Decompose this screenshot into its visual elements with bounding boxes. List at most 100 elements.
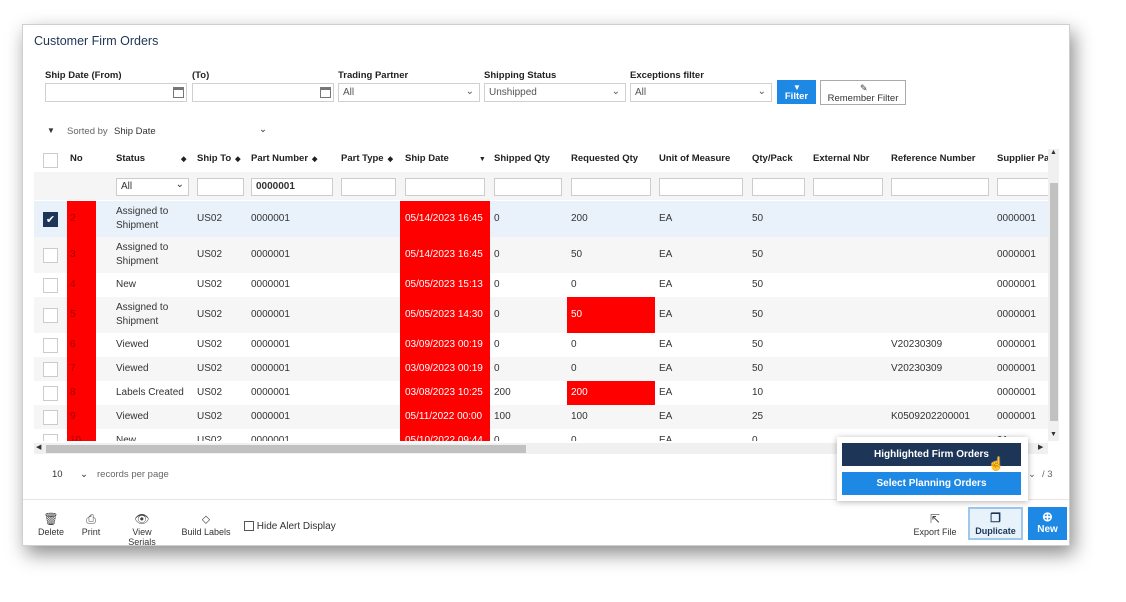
ship-date-to-input[interactable] (192, 83, 334, 102)
cell-shipped-qty: 100 (494, 411, 511, 422)
cell-status: Labels Created (116, 387, 184, 398)
cell-ship-to: US02 (197, 363, 223, 374)
cell-ship-to: US02 (197, 309, 223, 320)
sort-icon: ◆ (235, 156, 241, 163)
cell-status: Assigned to Shipment (116, 302, 169, 327)
horizontal-scroll-thumb[interactable] (46, 445, 526, 453)
ship-to-filter-input[interactable] (197, 178, 244, 196)
reference-number-filter-input[interactable] (891, 178, 989, 196)
header-shipped-qty[interactable]: Shipped Qty (494, 153, 550, 164)
external-nbr-filter-input[interactable] (813, 178, 883, 196)
header-qty-pack[interactable]: Qty/Pack (752, 153, 793, 164)
row-checkbox[interactable] (43, 247, 58, 263)
header-reference-number[interactable]: Reference Number (891, 153, 975, 164)
exceptions-filter-select[interactable]: All ⌄ (630, 83, 772, 102)
delete-button[interactable]: 🗑 Delete (36, 512, 66, 537)
cell-uom: EA (659, 435, 673, 441)
cell-supplier-part: 0000001 (997, 363, 1036, 374)
header-requested-qty[interactable]: Requested Qty (571, 153, 638, 164)
cell-requested-qty: 0 (571, 435, 577, 441)
cell-shipped-qty: 0 (494, 279, 500, 290)
table-row[interactable]: 8 Labels Created US02 0000001 03/08/2023 10:… (34, 381, 1059, 405)
ship-date-from-input[interactable] (45, 83, 187, 102)
sort-icon: ◆ (387, 156, 393, 163)
hide-alert-checkbox[interactable] (244, 521, 254, 532)
new-button[interactable]: ⊕ New (1028, 507, 1067, 540)
remember-filter-button[interactable]: ✎ Remember Filter (820, 80, 906, 105)
pager-next-icon[interactable]: ⌄ (1028, 469, 1036, 480)
cell-ship-date: 05/05/2023 15:13 (405, 279, 483, 290)
cell-shipped-qty: 200 (494, 387, 511, 398)
cell-part-number: 0000001 (251, 387, 290, 398)
header-unit-of-measure[interactable]: Unit of Measure (659, 153, 730, 164)
header-external-nbr[interactable]: External Nbr (813, 153, 870, 164)
shipped-qty-filter-input[interactable] (494, 178, 562, 196)
table-row[interactable]: 9 Viewed US02 0000001 05/11/2022 00:00 100 100… (34, 405, 1059, 429)
calendar-icon[interactable] (173, 87, 184, 98)
cell-uom: EA (659, 249, 673, 260)
table-row[interactable]: 6 Viewed US02 0000001 03/09/2023 00:19 0 0 EA 50… (34, 333, 1059, 357)
shipping-status-select[interactable]: Unshipped ⌄ (484, 83, 626, 102)
table-row[interactable]: 7 Viewed US02 0000001 03/09/2023 00:19 0 0 EA 50… (34, 357, 1059, 381)
requested-qty-filter-input[interactable] (571, 178, 651, 196)
header-part-type[interactable]: Part Type ◆ (341, 153, 393, 164)
header-no[interactable]: No (70, 153, 83, 164)
chevron-down-icon[interactable]: ⌄ (80, 469, 88, 480)
calendar-icon[interactable] (320, 87, 331, 98)
row-checkbox[interactable] (43, 307, 58, 323)
header-ship-to[interactable]: Ship To ◆ (197, 153, 241, 164)
view-serials-button[interactable]: 👁 View Serials (118, 512, 166, 545)
row-checkbox[interactable] (43, 409, 58, 425)
row-checkbox[interactable] (43, 277, 58, 293)
header-ship-date[interactable]: Ship Date ▼ (405, 153, 486, 164)
header-status[interactable]: Status ◆ (116, 153, 186, 164)
cell-status: New (116, 279, 137, 290)
part-type-filter-input[interactable] (341, 178, 396, 196)
cell-part-number: 0000001 (251, 363, 290, 374)
print-button[interactable]: ⎙ Print (78, 512, 104, 537)
cell-uom: EA (659, 363, 673, 374)
ship-date-to-label: (To) (192, 70, 210, 81)
cell-no: 5 (70, 309, 76, 320)
row-checkbox[interactable]: ✔ (43, 211, 58, 227)
part-number-filter-input[interactable]: 0000001 (251, 178, 333, 196)
uom-filter-input[interactable] (659, 178, 743, 196)
scroll-right-icon: ▶ (1038, 444, 1044, 451)
cell-status: Viewed (116, 411, 149, 422)
sort-select[interactable]: Ship Date ⌄ (114, 124, 269, 137)
shipping-status-label: Shipping Status (484, 70, 557, 81)
vertical-scrollbar[interactable]: ▲ ▼ (1048, 149, 1059, 441)
ship-date-filter-input[interactable] (405, 178, 485, 196)
cell-uom: EA (659, 309, 673, 320)
select-planning-orders-button[interactable]: Select Planning Orders (842, 472, 1021, 495)
row-checkbox[interactable] (43, 433, 58, 441)
row-checkbox[interactable] (43, 337, 58, 353)
table-row[interactable]: 3 Assigned to Shipment US02 0000001 05/14/20… (34, 237, 1059, 273)
cell-requested-qty: 200 (571, 213, 588, 224)
vertical-scroll-thumb[interactable] (1050, 183, 1058, 421)
qty-pack-filter-input[interactable] (752, 178, 805, 196)
status-filter-select[interactable]: All ⌄ (116, 178, 189, 196)
page-size-select[interactable]: 10 (52, 469, 63, 480)
export-file-button[interactable]: ⇱ Export File (912, 512, 958, 537)
row-checkbox[interactable] (43, 385, 58, 401)
hand-cursor-icon: ☝ (988, 456, 1005, 471)
table-row[interactable]: 4 New US02 0000001 05/05/2023 15:13 0 0 EA 50 000… (34, 273, 1059, 297)
header-part-number[interactable]: Part Number ◆ (251, 153, 317, 164)
filter-button[interactable]: ▼ Filter (777, 80, 816, 104)
select-all-checkbox[interactable] (43, 153, 58, 168)
header-supplier-part[interactable]: Supplier Pa (997, 153, 1049, 164)
cell-requested-qty: 200 (571, 387, 588, 398)
cell-qty-pack: 50 (752, 309, 764, 320)
cell-part-number: 0000001 (251, 411, 290, 422)
row-checkbox[interactable] (43, 361, 58, 377)
table-row[interactable]: 5 Assigned to Shipment US02 0000001 05/05/20… (34, 297, 1059, 333)
trading-partner-select[interactable]: All ⌄ (338, 83, 480, 102)
build-labels-button[interactable]: ⬦ Build Labels (181, 512, 231, 537)
exceptions-filter-value: All (635, 87, 647, 98)
hide-alert-toggle[interactable]: Hide Alert Display (244, 521, 336, 532)
sort-funnel-icon: ▼ (47, 126, 55, 135)
duplicate-button[interactable]: ❐ Duplicate (968, 507, 1023, 540)
table-row[interactable]: ✔ 2 Assigned to Shipment US02 0000001 05/14/2… (34, 201, 1059, 237)
cell-part-number: 0000001 (251, 435, 290, 441)
